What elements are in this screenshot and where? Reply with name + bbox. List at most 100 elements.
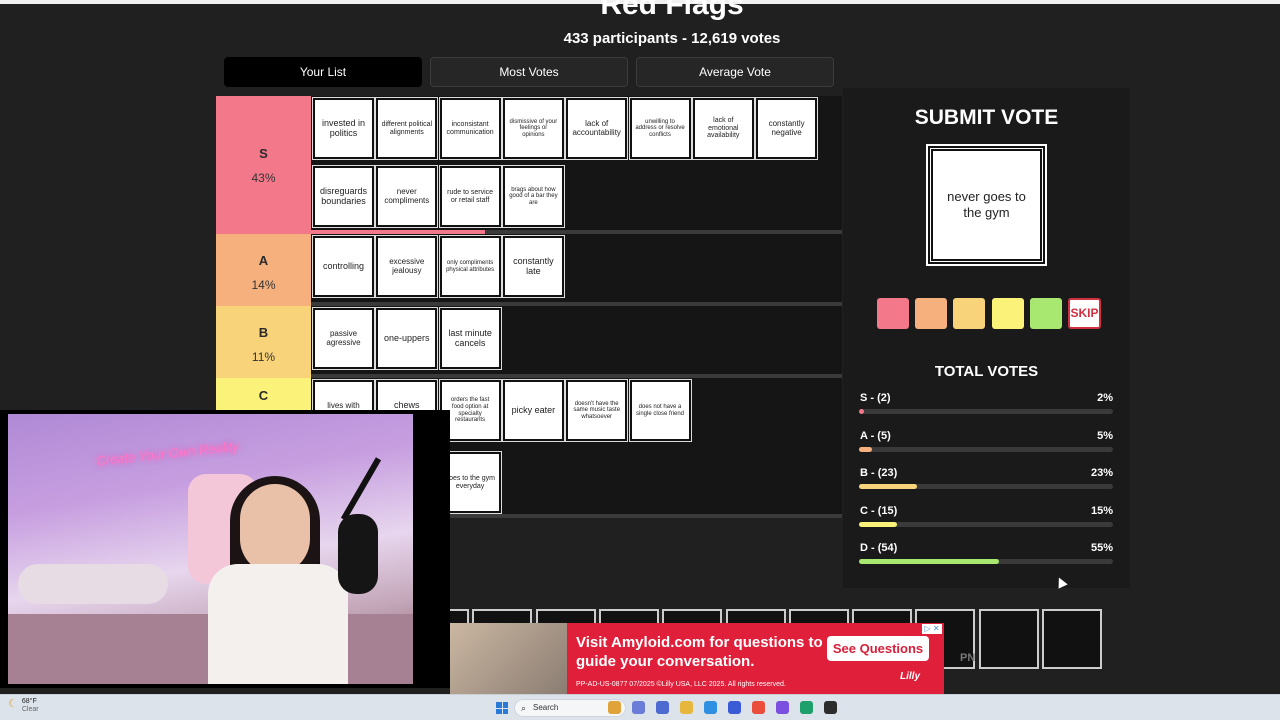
- tier-percent: 11%: [251, 350, 276, 364]
- ad-logo: Lilly: [900, 671, 921, 682]
- tab-most-votes[interactable]: Most Votes: [430, 57, 628, 87]
- tier-card-text: one-uppers: [384, 332, 430, 343]
- tier-card-text: lack of emotional availability: [707, 116, 740, 140]
- taskbar-app-icon[interactable]: [728, 701, 741, 714]
- tier-card-text: lack of accountability: [572, 118, 621, 137]
- total-votes-bar: [859, 409, 1113, 414]
- tier-percent: 43%: [251, 171, 276, 185]
- tier-card[interactable]: inconsistant communication: [438, 97, 502, 160]
- hidden-card: [978, 609, 1039, 669]
- tier-card[interactable]: doesn't have the same music taste whatso…: [565, 379, 629, 442]
- tier-card-text: last minute cancels: [448, 327, 492, 348]
- skip-button[interactable]: SKIP: [1068, 298, 1101, 329]
- tier-card-text: different political alignments: [381, 120, 433, 136]
- total-votes-bar: [859, 446, 1113, 452]
- tier-card[interactable]: dismissive of your feelings or opinions: [501, 97, 565, 160]
- tier-card[interactable]: disreguards boundaries: [312, 165, 375, 228]
- taskbar-app-icon[interactable]: [824, 701, 837, 714]
- tier-card-text: never compliments: [384, 186, 430, 205]
- taskbar-app-icon[interactable]: [608, 701, 621, 714]
- tier-card-text: invested in politics: [321, 117, 366, 138]
- vote-tier-button[interactable]: [915, 298, 948, 329]
- tier-card-text: constantly late: [513, 255, 554, 276]
- tier-card[interactable]: invested in politics: [312, 97, 375, 160]
- taskbar-app-icon[interactable]: [800, 701, 813, 714]
- tier-card[interactable]: rude to service or retail staff: [438, 165, 502, 228]
- tier-card-text: inconsistant communication: [446, 120, 494, 136]
- total-votes-percent: 2%: [1097, 392, 1113, 404]
- tier-card-text: passive agressive: [326, 328, 361, 347]
- total-votes-bar-fill: [859, 446, 872, 452]
- tier-card-text: unwilling to address or resolve conflict…: [635, 118, 685, 138]
- taskbar-app-icon[interactable]: [680, 701, 693, 714]
- tier-card[interactable]: constantly late: [501, 235, 565, 298]
- mic-arm: [340, 457, 382, 521]
- ad-banner[interactable]: Visit Amyloid.com for questions to guide…: [450, 623, 944, 694]
- tier-card[interactable]: controlling: [312, 235, 375, 298]
- moon-icon: ☾: [8, 698, 18, 710]
- ad-headline: Visit Amyloid.com for questions to guide…: [576, 634, 823, 670]
- tier-name: B: [258, 325, 269, 340]
- tier-card[interactable]: only compliments physical attributes: [438, 235, 502, 298]
- weather-temp: 68°F: [21, 698, 37, 705]
- current-vote-card: never goes to the gym: [926, 144, 1047, 266]
- tier-card-text: excessive jealousy: [389, 256, 425, 275]
- tab-your-list[interactable]: Your List: [224, 57, 422, 87]
- weather-widget[interactable]: ☾ 68°F Clear: [8, 698, 39, 713]
- tier-card[interactable]: excessive jealousy: [375, 235, 439, 298]
- tier-card-text: disreguards boundaries: [319, 185, 368, 206]
- tier-name: S: [259, 146, 268, 161]
- screen: Red Flags 433 participants - 12,619 vote…: [0, 0, 1280, 720]
- streamer-body: [208, 564, 348, 684]
- tier-card[interactable]: brags about how good of a bar they are: [501, 165, 565, 228]
- taskbar-app-icon[interactable]: [656, 701, 669, 714]
- tab-average-vote[interactable]: Average Vote: [636, 57, 834, 87]
- taskbar-app-icon[interactable]: [752, 701, 765, 714]
- tier-card[interactable]: different political alignments: [375, 97, 439, 160]
- neon-sign: Create Your Own Reality: [95, 438, 240, 469]
- total-votes-bar-fill: [859, 521, 898, 527]
- tier-percent: 14%: [251, 278, 276, 292]
- weather-condition: Clear: [21, 705, 39, 713]
- tier-card[interactable]: does not have a single close friend: [628, 379, 692, 442]
- tier-card-text: brags about how good of a bar they are: [509, 186, 558, 206]
- tier-card-text: only compliments physical attributes: [446, 259, 495, 273]
- taskbar-app-icon[interactable]: [776, 701, 789, 714]
- total-votes-bar-fill: [859, 559, 999, 564]
- tier-card[interactable]: picky eater: [501, 379, 565, 442]
- ad-close-icon[interactable]: ▷ ✕: [922, 624, 942, 634]
- tier-label-b: B 11%: [216, 306, 311, 378]
- tier-card[interactable]: constantly negative: [755, 97, 819, 160]
- tier-card-text: constantly negative: [768, 118, 805, 137]
- vote-tier-button[interactable]: [877, 298, 909, 329]
- tier-card[interactable]: one-uppers: [375, 307, 439, 370]
- tier-card[interactable]: unwilling to address or resolve conflict…: [628, 97, 692, 160]
- tier-card[interactable]: passive agressive: [312, 307, 375, 370]
- tier-card-text: doesn't have the same music taste whatso…: [573, 400, 621, 420]
- tier-card[interactable]: lack of emotional availability: [691, 97, 755, 160]
- total-votes-bar-fill: [859, 409, 865, 414]
- ad-cta-button[interactable]: See Questions: [827, 636, 929, 661]
- total-votes-bar: [859, 521, 1113, 527]
- vote-tier-button[interactable]: [953, 298, 986, 329]
- total-votes-bar: [859, 559, 1113, 564]
- hidden-card: [1042, 609, 1102, 669]
- tier-card[interactable]: lack of accountability: [565, 97, 629, 160]
- vote-tier-button[interactable]: [991, 298, 1024, 329]
- tier-card-text: dismissive of your feelings or opinions: [509, 118, 558, 138]
- taskbar-app-icon[interactable]: [632, 701, 645, 714]
- tier-card[interactable]: last minute cancels: [438, 307, 502, 370]
- tier-card[interactable]: never compliments: [375, 165, 439, 228]
- taskbar-app-icon[interactable]: [704, 701, 717, 714]
- tier-name: C: [258, 388, 269, 403]
- total-votes-label: A - (5): [860, 429, 891, 442]
- taskbar: ☾ 68°F Clear ⌕ Search: [0, 694, 1280, 720]
- vote-tier-button[interactable]: [1029, 298, 1062, 329]
- tier-card-text: controlling: [322, 260, 365, 271]
- tier-card-text: orders the fast food option at specialty…: [450, 397, 490, 424]
- participants-count: 433 participants - 12,619 votes: [563, 30, 781, 47]
- tier-card-text: rude to service or retail staff: [447, 188, 494, 204]
- webcam-feed: Create Your Own Reality: [8, 414, 413, 684]
- windows-start-icon[interactable]: [496, 702, 508, 714]
- taskbar-search-label: Search: [533, 703, 559, 712]
